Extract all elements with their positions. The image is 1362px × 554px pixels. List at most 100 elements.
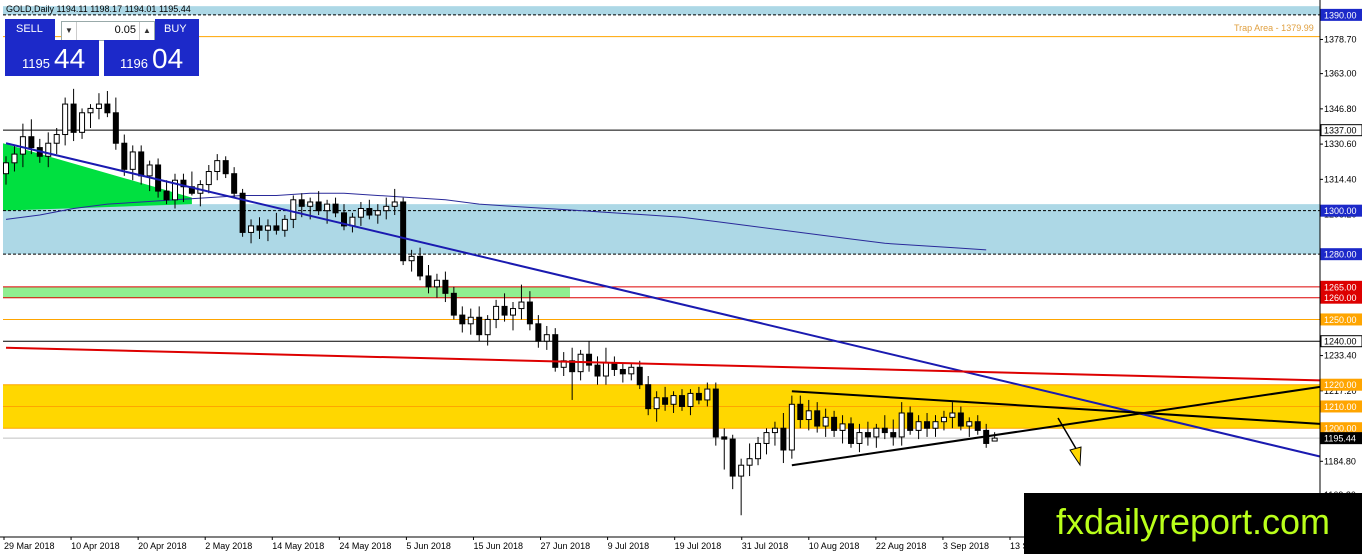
candle-bull (915, 421, 922, 431)
candle-bull (484, 318, 491, 336)
candle-bear (442, 279, 449, 294)
candle-bear (273, 225, 280, 231)
candle-bear (729, 438, 736, 477)
candle-bear (476, 316, 483, 336)
lot-decrease-icon[interactable]: ▼ (62, 22, 77, 40)
candle-bull (324, 203, 331, 212)
candle-bear (721, 436, 728, 440)
candle-bull (95, 103, 102, 109)
lot-size-field[interactable]: ▼ 0.05 ▲ (61, 21, 155, 41)
candle-bear (831, 416, 838, 431)
candle-bull (628, 366, 635, 375)
candle-bull (467, 316, 474, 325)
candle-bear (501, 305, 508, 316)
price-tag-label: 1220.00 (1324, 380, 1357, 390)
candle-bear (594, 364, 601, 377)
price-tag-label: 1195.44 (1324, 434, 1356, 444)
candle-bull (746, 458, 753, 466)
candle-bull (307, 201, 314, 207)
candle-bull (374, 210, 381, 216)
price-tag-label: 1260.00 (1324, 293, 1357, 303)
x-tick-label: 24 May 2018 (339, 541, 391, 551)
y-tick-label: 1233.40 (1324, 351, 1357, 361)
chart-title: GOLD,Daily 1194.11 1198.17 1194.01 1195.… (6, 4, 191, 14)
lot-size-value: 0.05 (114, 24, 136, 36)
candle-bull (290, 199, 297, 220)
y-tick-label: 1346.80 (1324, 104, 1357, 114)
y-tick-label: 1363.00 (1324, 69, 1357, 79)
y-tick-label: 1378.70 (1324, 34, 1357, 44)
candle-bull (653, 397, 660, 410)
candle-bear (535, 323, 542, 342)
candle-bear (864, 432, 871, 438)
price-tag-label: 1337.00 (1324, 126, 1357, 136)
price-tag-label: 1250.00 (1324, 315, 1357, 325)
candle-bull (932, 421, 939, 429)
candle-bull (79, 112, 86, 133)
candle-bear (957, 412, 964, 427)
candle-bear (366, 207, 373, 216)
candle-bear (138, 151, 145, 177)
candle-bull (53, 134, 60, 144)
candle-bear (28, 136, 35, 149)
lot-increase-icon[interactable]: ▲ (139, 22, 154, 40)
candle-bull (408, 255, 415, 262)
candle-bear (797, 403, 804, 421)
buy-button[interactable]: BUY (155, 19, 199, 40)
candle-bull (391, 201, 398, 207)
y-tick-label: 1314.40 (1324, 174, 1357, 184)
candle-bear (70, 103, 77, 133)
candle-bear (636, 366, 643, 386)
candle (712, 382, 719, 446)
candle-bull (248, 225, 255, 233)
candle-bear (881, 427, 888, 434)
candle-bull (670, 395, 677, 405)
candle-bear (332, 203, 339, 214)
candle (239, 188, 246, 237)
price-tag-label: 1265.00 (1324, 282, 1357, 292)
candle-bear (104, 103, 111, 114)
candle-bull (991, 437, 998, 442)
candle-bear (814, 410, 821, 427)
x-tick-label: 29 Mar 2018 (4, 541, 55, 551)
candle-bull (205, 171, 212, 186)
candle (552, 328, 559, 372)
price-tag-label: 1210.00 (1324, 402, 1357, 412)
candle-bear (298, 199, 305, 207)
candle-bull (771, 427, 778, 434)
candle (400, 197, 407, 266)
sell-price-button[interactable]: 1195 44 (5, 40, 99, 76)
candle-bear (400, 201, 407, 262)
candle-bear (121, 142, 128, 170)
candle-bull (493, 305, 500, 320)
x-tick-label: 14 May 2018 (272, 541, 324, 551)
candle-bear (163, 190, 170, 201)
y-tick-label: 1330.60 (1324, 139, 1357, 149)
candle-bear (848, 423, 854, 444)
candle-bear (619, 368, 626, 375)
candle-bull (940, 416, 947, 423)
candle-bear (695, 392, 702, 401)
candle-bear (231, 173, 238, 194)
zone-green (3, 286, 570, 298)
price-tag-label: 1300.00 (1324, 206, 1357, 216)
x-tick-label: 10 Apr 2018 (71, 541, 120, 551)
x-tick-label: 2 May 2018 (205, 541, 252, 551)
x-tick-label: 10 Aug 2018 (809, 541, 860, 551)
candle-bull (755, 442, 762, 460)
y-tick-label: 1184.80 (1324, 456, 1356, 466)
candle-bear (256, 225, 263, 231)
sell-button[interactable]: SELL (5, 19, 55, 40)
candle-bull (146, 164, 153, 177)
candle-bull (738, 464, 745, 477)
buy-label: BUY (164, 23, 187, 35)
candle-bull (966, 421, 973, 427)
buy-price-button[interactable]: 1196 04 (104, 40, 199, 76)
candle-bull (839, 423, 846, 431)
candle-bear (315, 201, 322, 212)
watermark: fxdailyreport.com (1024, 493, 1362, 554)
candle-bull (898, 412, 905, 438)
price-tag-label: 1280.00 (1324, 250, 1357, 260)
candle-bear (417, 255, 424, 277)
sell-price-big: 44 (54, 43, 86, 74)
